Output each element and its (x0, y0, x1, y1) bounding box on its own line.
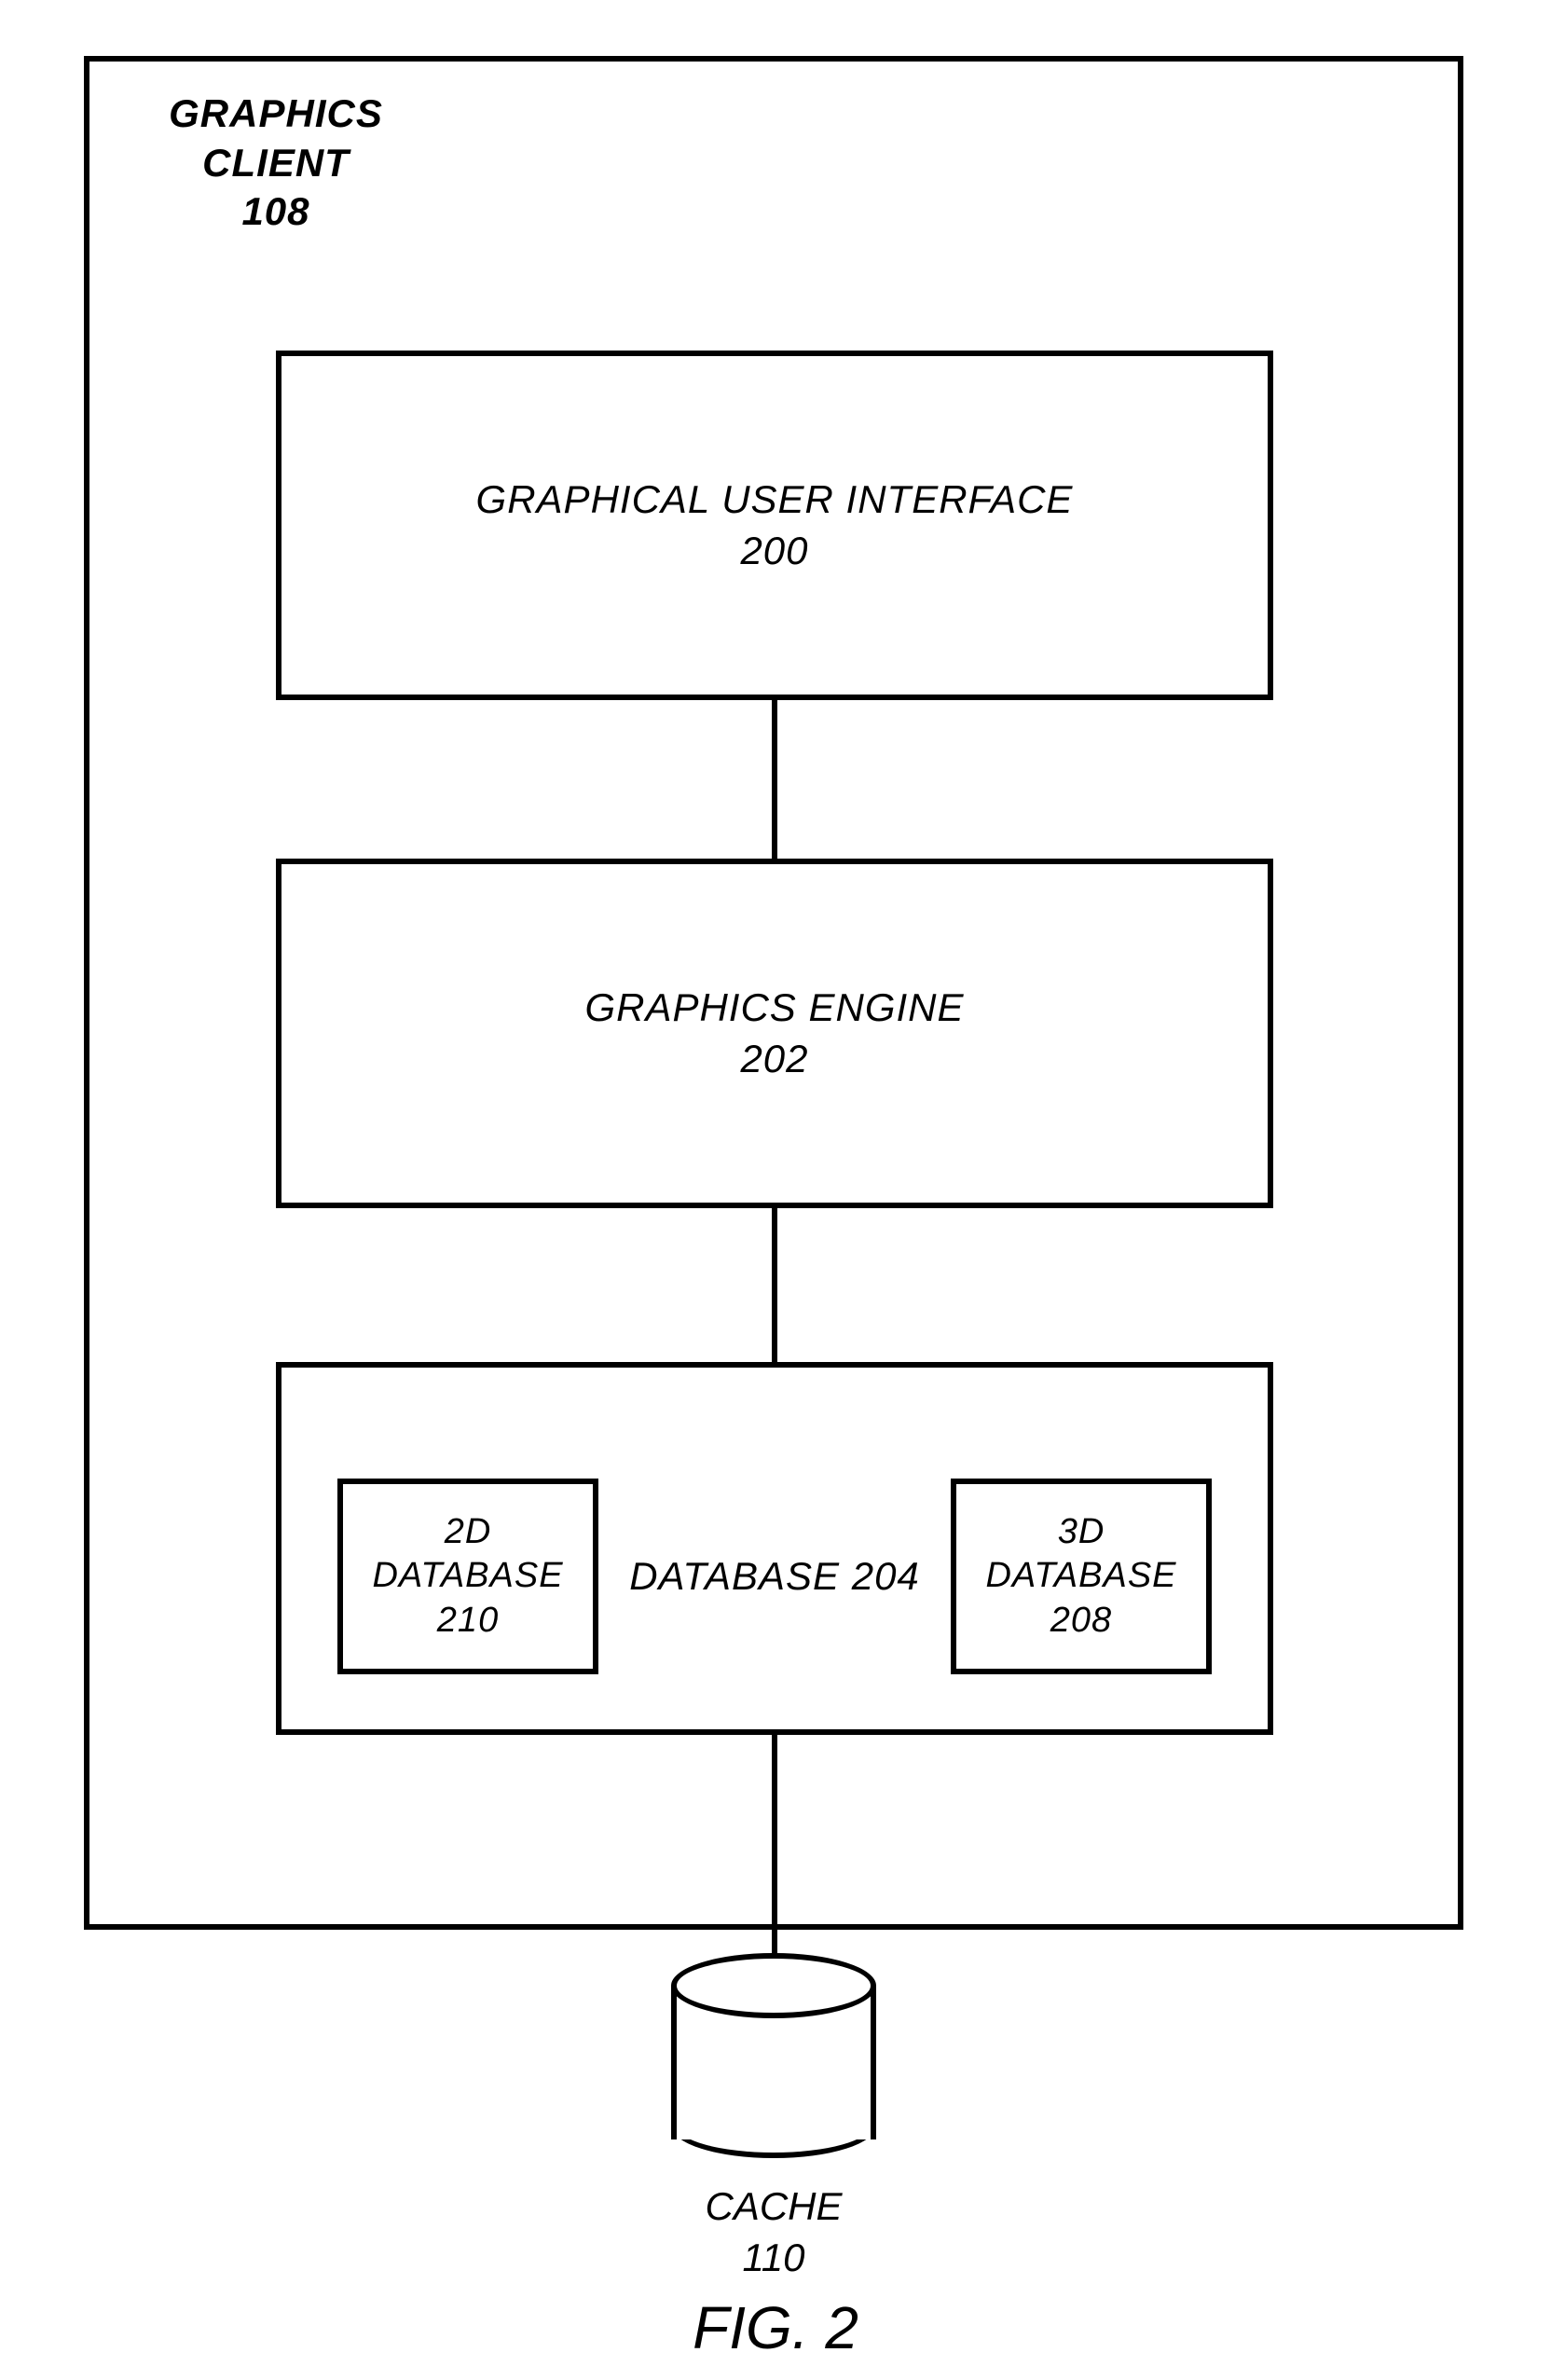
db3d-block: 3D DATABASE 208 (951, 1479, 1212, 1674)
db2d-block: 2D DATABASE 210 (337, 1479, 598, 1674)
db2d-title-line1: 2D (445, 1512, 492, 1551)
figure-label: FIG. 2 (0, 2293, 1551, 2362)
database-block: 2D DATABASE 210 DATABASE 204 3D DATABASE… (276, 1362, 1273, 1735)
graphics-client-title: GRAPHICS CLIENT (169, 91, 383, 185)
gui-block: GRAPHICAL USER INTERFACE 200 (276, 351, 1273, 700)
cache-label: CACHE 110 (671, 2181, 876, 2283)
database-inner-row: 2D DATABASE 210 DATABASE 204 3D DATABASE… (281, 1461, 1268, 1692)
cache-title: CACHE (705, 2184, 842, 2228)
engine-block: GRAPHICS ENGINE 202 (276, 859, 1273, 1208)
cache-ref: 110 (743, 2236, 805, 2279)
gui-title: GRAPHICAL USER INTERFACE (476, 475, 1074, 526)
db3d-title-line1: 3D (1058, 1512, 1105, 1551)
connector-db-cache-top (772, 1735, 777, 1930)
cache-block: CACHE 110 (671, 1953, 876, 2283)
graphics-client-ref: 108 (241, 189, 309, 233)
graphics-client-label: GRAPHICS CLIENT 108 (127, 89, 425, 237)
cache-cylinder-icon (671, 1953, 876, 2158)
db2d-title-line2: DATABASE (372, 1556, 563, 1595)
gui-ref: 200 (740, 526, 808, 577)
engine-title: GRAPHICS ENGINE (584, 983, 964, 1034)
database-title: DATABASE 204 (629, 1551, 920, 1603)
db3d-ref: 208 (1050, 1601, 1112, 1640)
db3d-title-line2: DATABASE (985, 1556, 1176, 1595)
connector-gui-engine (772, 700, 777, 859)
db2d-ref: 210 (437, 1601, 499, 1640)
connector-engine-db (772, 1208, 777, 1362)
engine-ref: 202 (740, 1034, 808, 1085)
graphics-client-container: GRAPHICS CLIENT 108 GRAPHICAL USER INTER… (84, 56, 1463, 1930)
